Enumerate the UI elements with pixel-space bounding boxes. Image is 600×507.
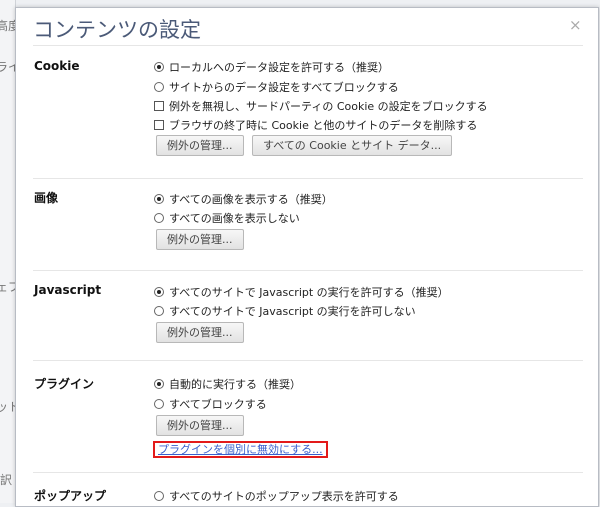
images-label: 画像 [34, 191, 59, 205]
cookie-block-radio[interactable]: サイトからのデータ設定をすべてブロックする [154, 79, 399, 95]
option-label: 例外を無視し、サードパーティの Cookie の設定をブロックする [169, 100, 488, 113]
divider [33, 360, 583, 361]
javascript-label: Javascript [34, 283, 102, 297]
dialog-title: コンテンツの設定 [33, 19, 201, 42]
checkbox[interactable] [154, 101, 164, 111]
popups-allow-radio[interactable]: すべてのサイトのポップアップ表示を許可する [154, 488, 399, 504]
clear-on-exit-checkbox[interactable]: ブラウザの終了時に Cookie と他のサイトのデータを削除する [154, 117, 477, 133]
divider [33, 270, 583, 271]
js-allow-radio[interactable]: すべてのサイトで Javascript の実行を許可する（推奨） [154, 284, 449, 300]
js-block-radio[interactable]: すべてのサイトで Javascript の実行を許可しない [154, 303, 416, 319]
cookie-exceptions-button[interactable]: 例外の管理... [156, 135, 244, 156]
radio-checked[interactable] [154, 194, 164, 204]
plugins-label: プラグイン [34, 377, 95, 391]
divider [33, 178, 583, 179]
plugins-block-radio[interactable]: すべてブロックする [154, 396, 267, 412]
option-label: すべてのサイトで Javascript の実行を許可しない [169, 305, 416, 318]
js-exceptions-button[interactable]: 例外の管理... [156, 322, 244, 343]
content-settings-dialog: コンテンツの設定 × Cookie ローカルへのデータ設定を許可する（推奨） サ… [15, 7, 599, 507]
option-label: ブラウザの終了時に Cookie と他のサイトのデータを削除する [169, 119, 478, 132]
bg-text: 訳 [0, 473, 13, 487]
radio-checked[interactable] [154, 287, 164, 297]
all-cookies-button[interactable]: すべての Cookie とサイト データ... [252, 135, 453, 156]
images-exceptions-button[interactable]: 例外の管理... [156, 229, 244, 250]
option-label: ローカルへのデータ設定を許可する（推奨） [169, 61, 389, 74]
radio[interactable] [154, 213, 164, 223]
option-label: すべてのサイトのポップアップ表示を許可する [169, 490, 399, 503]
disable-plugins-link[interactable]: プラグインを個別に無効にする... [153, 441, 328, 458]
close-icon[interactable]: × [569, 16, 582, 34]
radio[interactable] [154, 399, 164, 409]
radio-checked[interactable] [154, 379, 164, 389]
option-label: すべての画像を表示する（推奨） [169, 193, 333, 206]
background-settings-page: 高度 ライ ェブ ット 訳 [0, 0, 20, 503]
divider [33, 472, 583, 473]
images-hide-radio[interactable]: すべての画像を表示しない [154, 210, 300, 226]
cookie-allow-radio[interactable]: ローカルへのデータ設定を許可する（推奨） [154, 59, 389, 75]
radio[interactable] [154, 82, 164, 92]
option-label: 自動的に実行する（推奨） [169, 378, 301, 391]
option-label: すべてのサイトで Javascript の実行を許可する（推奨） [169, 286, 449, 299]
plugins-exceptions-button[interactable]: 例外の管理... [156, 415, 244, 436]
radio[interactable] [154, 306, 164, 316]
block-third-party-checkbox[interactable]: 例外を無視し、サードパーティの Cookie の設定をブロックする [154, 98, 488, 114]
images-show-radio[interactable]: すべての画像を表示する（推奨） [154, 191, 333, 207]
checkbox[interactable] [154, 120, 164, 130]
popups-label: ポップアップ [34, 489, 107, 503]
option-label: サイトからのデータ設定をすべてブロックする [169, 81, 399, 94]
cookie-label: Cookie [34, 59, 80, 73]
option-label: すべてブロックする [169, 398, 267, 411]
divider [33, 45, 583, 46]
plugins-auto-radio[interactable]: 自動的に実行する（推奨） [154, 376, 301, 392]
radio-checked[interactable] [154, 62, 164, 72]
option-label: すべての画像を表示しない [169, 212, 300, 225]
radio[interactable] [154, 491, 164, 501]
